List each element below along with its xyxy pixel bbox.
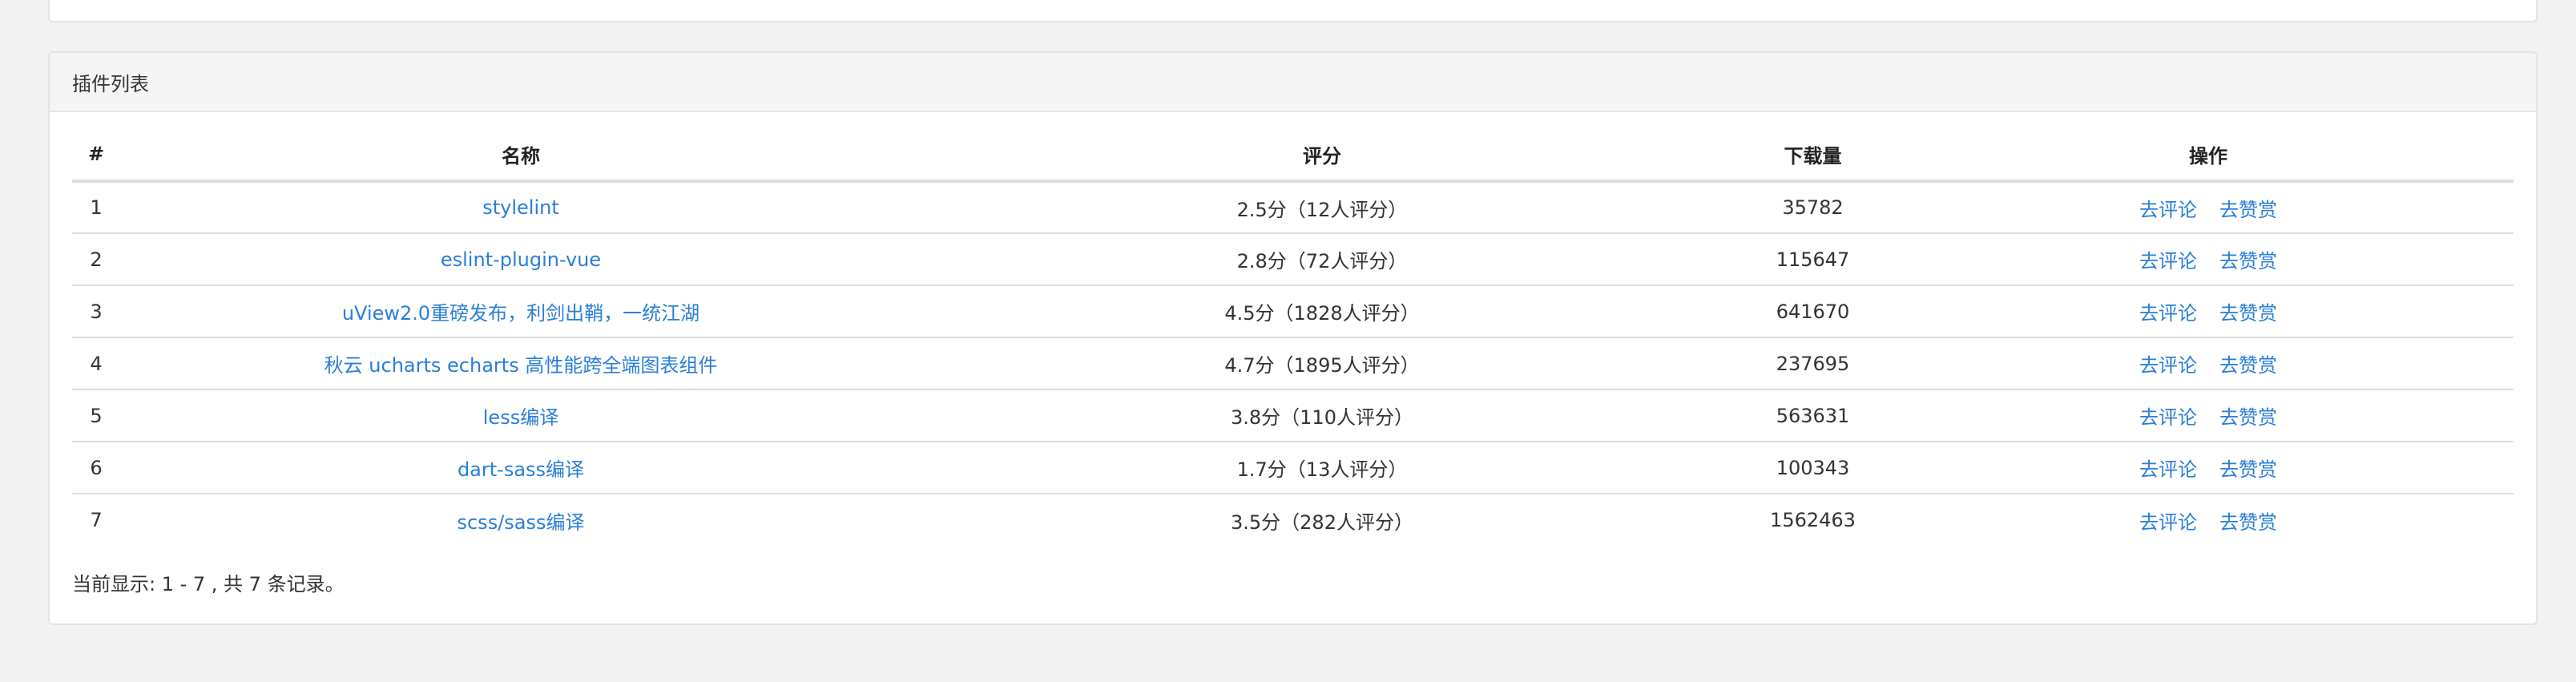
plugin-name-link[interactable]: stylelint (482, 196, 559, 219)
row-downloads: 563631 (1723, 389, 1903, 442)
row-rating: 3.5分（282人评分） (1231, 510, 1413, 534)
row-rating: 1.7分（13人评分） (921, 442, 1723, 494)
reward-link[interactable]: 去赞赏 (2219, 199, 2277, 221)
row-rating: 4.7分（1895人评分） (921, 337, 1723, 390)
column-header-actions: 操作 (1903, 128, 2514, 183)
row-index: 5 (72, 389, 120, 442)
plugin-name-link[interactable]: less编译 (483, 406, 558, 429)
review-link[interactable]: 去评论 (2139, 458, 2197, 481)
table-header-row: # 名称 评分 下载量 操作 (72, 128, 2514, 183)
review-link[interactable]: 去评论 (2139, 199, 2197, 221)
row-actions: 去评论 去赞赏 (1903, 337, 2514, 390)
row-actions: 去评论 去赞赏 (1903, 442, 2514, 494)
row-rating: 3.8分（110人评分） (921, 389, 1723, 442)
plugin-table: # 名称 评分 下载量 操作 1 stylelint 2.5分（12人评分） 3… (72, 128, 2514, 546)
plugin-name-link[interactable]: eslint-plugin-vue (441, 248, 601, 271)
plugin-name-link[interactable]: scss/sass编译 (457, 511, 584, 534)
table-row: 1 stylelint 2.5分（12人评分） 35782 去评论 去赞赏 (72, 181, 2514, 234)
row-rating: 2.5分（12人评分） (921, 181, 1723, 234)
table-row: 5 less编译 3.8分（110人评分） 563631 去评论 去赞赏 (72, 389, 2514, 442)
row-rating: 2.8分（72人评分） (921, 233, 1723, 286)
column-header-rating: 评分 (921, 128, 1723, 183)
review-link[interactable]: 去评论 (2139, 406, 2197, 429)
reward-link[interactable]: 去赞赏 (2219, 458, 2277, 481)
row-actions: 去评论 去赞赏 (1903, 181, 2514, 234)
table-row: 7 scss/sass编译 3.5分（282人评分） 1562463 去评论 去赞… (72, 494, 2514, 546)
row-index: 1 (72, 181, 120, 234)
reward-link[interactable]: 去赞赏 (2219, 250, 2277, 272)
panel-heading: 插件列表 (50, 53, 2536, 112)
plugin-name-link[interactable]: uView2.0重磅发布，利剑出鞘，一统江湖 (342, 302, 699, 325)
row-index: 6 (72, 442, 120, 494)
reward-link[interactable]: 去赞赏 (2219, 354, 2277, 377)
row-rating: 4.5分（1828人评分） (921, 285, 1723, 338)
table-row: 4 秋云 ucharts echarts 高性能跨全端图表组件 4.7分（189… (72, 337, 2514, 390)
row-actions: 去评论 去赞赏 (1903, 389, 2514, 442)
row-index: 4 (72, 337, 120, 390)
column-header-index: # (72, 128, 120, 183)
reward-link[interactable]: 去赞赏 (2219, 511, 2277, 534)
table-row: 2 eslint-plugin-vue 2.8分（72人评分） 115647 去… (72, 233, 2514, 286)
plugin-name-link[interactable]: 秋云 ucharts echarts 高性能跨全端图表组件 (325, 354, 718, 377)
row-downloads: 35782 (1723, 181, 1903, 234)
row-downloads: 641670 (1723, 285, 1903, 338)
review-link[interactable]: 去评论 (2139, 250, 2197, 272)
panel-title: 插件列表 (72, 72, 149, 95)
plugin-list-panel: 插件列表 # 名称 评分 下载量 操作 1 stylelint 2.5分（12人… (48, 51, 2538, 625)
panel-body: # 名称 评分 下载量 操作 1 stylelint 2.5分（12人评分） 3… (50, 128, 2536, 596)
row-downloads: 237695 (1723, 337, 1903, 390)
row-actions: 去评论 去赞赏 (1903, 494, 2514, 546)
review-link[interactable]: 去评论 (2139, 302, 2197, 325)
row-index: 3 (72, 285, 120, 338)
row-actions: 去评论 去赞赏 (1903, 233, 2514, 286)
column-header-downloads: 下载量 (1723, 128, 1903, 183)
table-row: 3 uView2.0重磅发布，利剑出鞘，一统江湖 4.5分（1828人评分） 6… (72, 285, 2514, 338)
column-header-name: 名称 (120, 128, 921, 183)
row-index: 2 (72, 233, 120, 286)
review-link[interactable]: 去评论 (2139, 354, 2197, 377)
row-actions: 去评论 去赞赏 (1903, 285, 2514, 338)
plugin-name-link[interactable]: dart-sass编译 (458, 458, 584, 481)
reward-link[interactable]: 去赞赏 (2219, 302, 2277, 325)
review-link[interactable]: 去评论 (2139, 511, 2197, 534)
row-downloads: 115647 (1723, 233, 1903, 286)
pagination-summary: 当前显示: 1 - 7 , 共 7 条记录。 (72, 573, 345, 595)
previous-panel-bottom (48, 0, 2538, 22)
row-index: 7 (90, 509, 103, 531)
reward-link[interactable]: 去赞赏 (2219, 406, 2277, 429)
row-downloads: 1562463 (1770, 509, 1856, 531)
row-downloads: 100343 (1723, 442, 1903, 494)
table-row: 6 dart-sass编译 1.7分（13人评分） 100343 去评论 去赞赏 (72, 442, 2514, 494)
